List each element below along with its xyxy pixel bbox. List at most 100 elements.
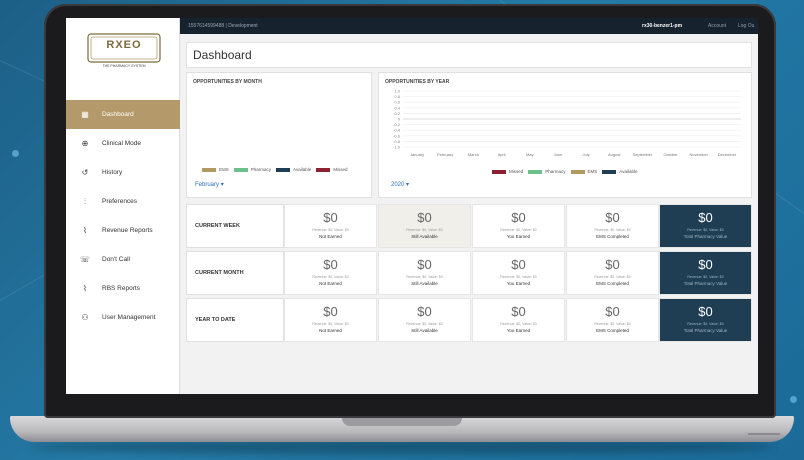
metric-tile[interactable]: $0 Revenue: $0, Value: $0 You Earned [472,298,565,342]
row-label: YEAR TO DATE [186,298,284,342]
sidebar-item-label: Preferences [102,198,138,205]
sidebar-item-preferences[interactable]: ⫶ Preferences [66,187,180,216]
sidebar-item-dashboard[interactable]: ▦ Dashboard [66,100,180,129]
sidebar-nav: ▦ Dashboard ⊕ Clinical Mode ↺ History ⫶ Prefere… [66,100,180,332]
metric-tile[interactable]: $0 Revenue: $0, Value: $0 Still Available [378,298,471,342]
x-tick-label: November [690,152,709,157]
x-tick-label: August [608,152,621,157]
background-dot [12,150,19,157]
metric-tile[interactable]: $0 Revenue: $0, Value: $0 You Earned [472,204,565,248]
metric-tile[interactable]: $0 Revenue: $0, Value: $0 Total Pharmacy V… [659,251,752,295]
y-tick-label: -0.2 [393,122,401,127]
legend-swatch [570,169,585,174]
year-picker[interactable]: 2020 ▾ [391,181,409,188]
sidebar-item-label: Revenue Reports [102,227,153,234]
laptop-base-line [748,433,780,435]
legend-label: Available [619,169,638,174]
metric-sub: Revenue: $0, Value: $0 [687,275,724,279]
y-tick-label: 0.2 [394,111,400,116]
y-tick-label: -0.6 [393,133,401,138]
legend-swatch [602,169,617,174]
logout-link[interactable]: Log Ou [738,23,754,29]
metric-label: Not Earned [319,328,342,333]
metric-sub: Revenue: $0, Value: $0 [594,322,631,326]
metric-value: $0 [417,210,432,225]
x-tick-label: July [583,152,590,157]
page-title: Dashboard [193,48,252,62]
account-link[interactable]: Account [708,23,726,29]
legend-label: Available [293,167,312,172]
sidebar-item-label: History [102,169,123,176]
legend-swatch [233,167,248,172]
year-chart: 1.00.80.60.40.20-0.2-0.4-0.6-0.8-1.0 Janu… [393,89,741,157]
metric-value: $0 [698,257,713,272]
metric-label: You Earned [506,328,531,333]
metric-tile[interactable]: $0 Revenue: $0, Value: $0 Not Earned [284,251,377,295]
legend-swatch [316,167,331,172]
sidebar-item-don-t-call[interactable]: ☏ Don't Call [66,245,180,274]
logo-tagline: THE PHARMACY SYSTEM [102,64,146,68]
metric-tile[interactable]: $0 Revenue: $0, Value: $0 You Earned [472,251,565,295]
metric-tile[interactable]: $0 Revenue: $0, Value: $0 Total Pharmacy V… [659,204,752,248]
metric-tile[interactable]: $0 Revenue: $0, Value: $0 Still Available [378,251,471,295]
metric-sub: Revenue: $0, Value: $0 [594,228,631,232]
metric-tile[interactable]: $0 Revenue: $0, Value: $0 EMS Completed [566,204,659,248]
metric-value: $0 [323,210,338,225]
metric-tile[interactable]: $0 Revenue: $0, Value: $0 Total Pharmacy V… [659,298,752,342]
plus-circle-icon: ⊕ [81,139,89,148]
metric-value: $0 [698,304,713,319]
metric-row: CURRENT WEEK $0 Revenue: $0, Value: $0 Not … [186,204,752,248]
sidebar-item-user-management[interactable]: ⚇ User Management [66,303,180,332]
sidebar-item-revenue-reports[interactable]: ⌇ Revenue Reports [66,216,180,245]
legend-swatch [276,167,291,172]
history-icon: ↺ [81,168,89,177]
sidebar-item-history[interactable]: ↺ History [66,158,180,187]
card-title: OPPORTUNITIES BY MONTH [193,79,262,85]
metric-value: $0 [323,257,338,272]
month-legend: EMS Pharmacy Available Missed [197,167,347,172]
metric-label: Total Pharmacy Value [683,234,728,239]
logo-text: RXEO [106,39,142,51]
metric-label: Total Pharmacy Value [683,328,728,333]
legend-swatch [528,169,543,174]
metric-label: Still Available [411,234,438,239]
metric-value: $0 [323,304,338,319]
sidebar-item-rbs-reports[interactable]: ⌇ RBS Reports [66,274,180,303]
sliders-icon: ⫶ [84,196,86,206]
sidebar-item-clinical-mode[interactable]: ⊕ Clinical Mode [66,129,180,158]
year-picker-value: 2020 [391,182,405,188]
metric-tile[interactable]: $0 Revenue: $0, Value: $0 Still Available [378,204,471,248]
sidebar-item-label: User Management [102,314,156,321]
metric-tile[interactable]: $0 Revenue: $0, Value: $0 Not Earned [284,298,377,342]
metric-label: Total Pharmacy Value [683,281,728,286]
y-tick-label: -1.0 [393,145,401,150]
metric-tile[interactable]: $0 Revenue: $0, Value: $0 EMS Completed [566,298,659,342]
sidebar-item-label: Clinical Mode [102,140,142,147]
metric-sub: Revenue: $0, Value: $0 [500,275,537,279]
metric-value: $0 [511,257,526,272]
row-label: CURRENT MONTH [186,251,284,295]
metric-value: $0 [605,257,620,272]
metric-sub: Revenue: $0, Value: $0 [687,322,724,326]
y-tick-label: 0.8 [394,94,400,99]
metric-sub: Revenue: $0, Value: $0 [312,275,349,279]
line-chart-icon: ⌇ [83,284,87,293]
dashboard-icon: ▦ [81,110,89,119]
x-tick-label: May [526,152,534,157]
metric-sub: Revenue: $0, Value: $0 [312,322,349,326]
x-tick-label: March [468,152,479,157]
metric-sub: Revenue: $0, Value: $0 [312,228,349,232]
laptop-screen: RXEO THE PHARMACY SYSTEM ▦ Dashboard ⊕ Clin… [66,18,758,394]
users-icon: ⚇ [81,313,89,322]
year-legend: Missed Pharmacy EMS Available [487,169,637,174]
user-name[interactable]: rx30-benzer1-pm [642,23,682,29]
metric-row: CURRENT MONTH $0 Revenue: $0, Value: $0 Not… [186,251,752,295]
x-tick-label: April [498,152,506,157]
metric-value: $0 [605,304,620,319]
month-picker[interactable]: February ▾ [195,181,224,188]
y-tick-label: 0 [398,117,401,122]
metric-tile[interactable]: $0 Revenue: $0, Value: $0 Not Earned [284,204,377,248]
metric-value: $0 [605,210,620,225]
metric-tile[interactable]: $0 Revenue: $0, Value: $0 EMS Completed [566,251,659,295]
metric-sub: Revenue: $0, Value: $0 [406,322,443,326]
